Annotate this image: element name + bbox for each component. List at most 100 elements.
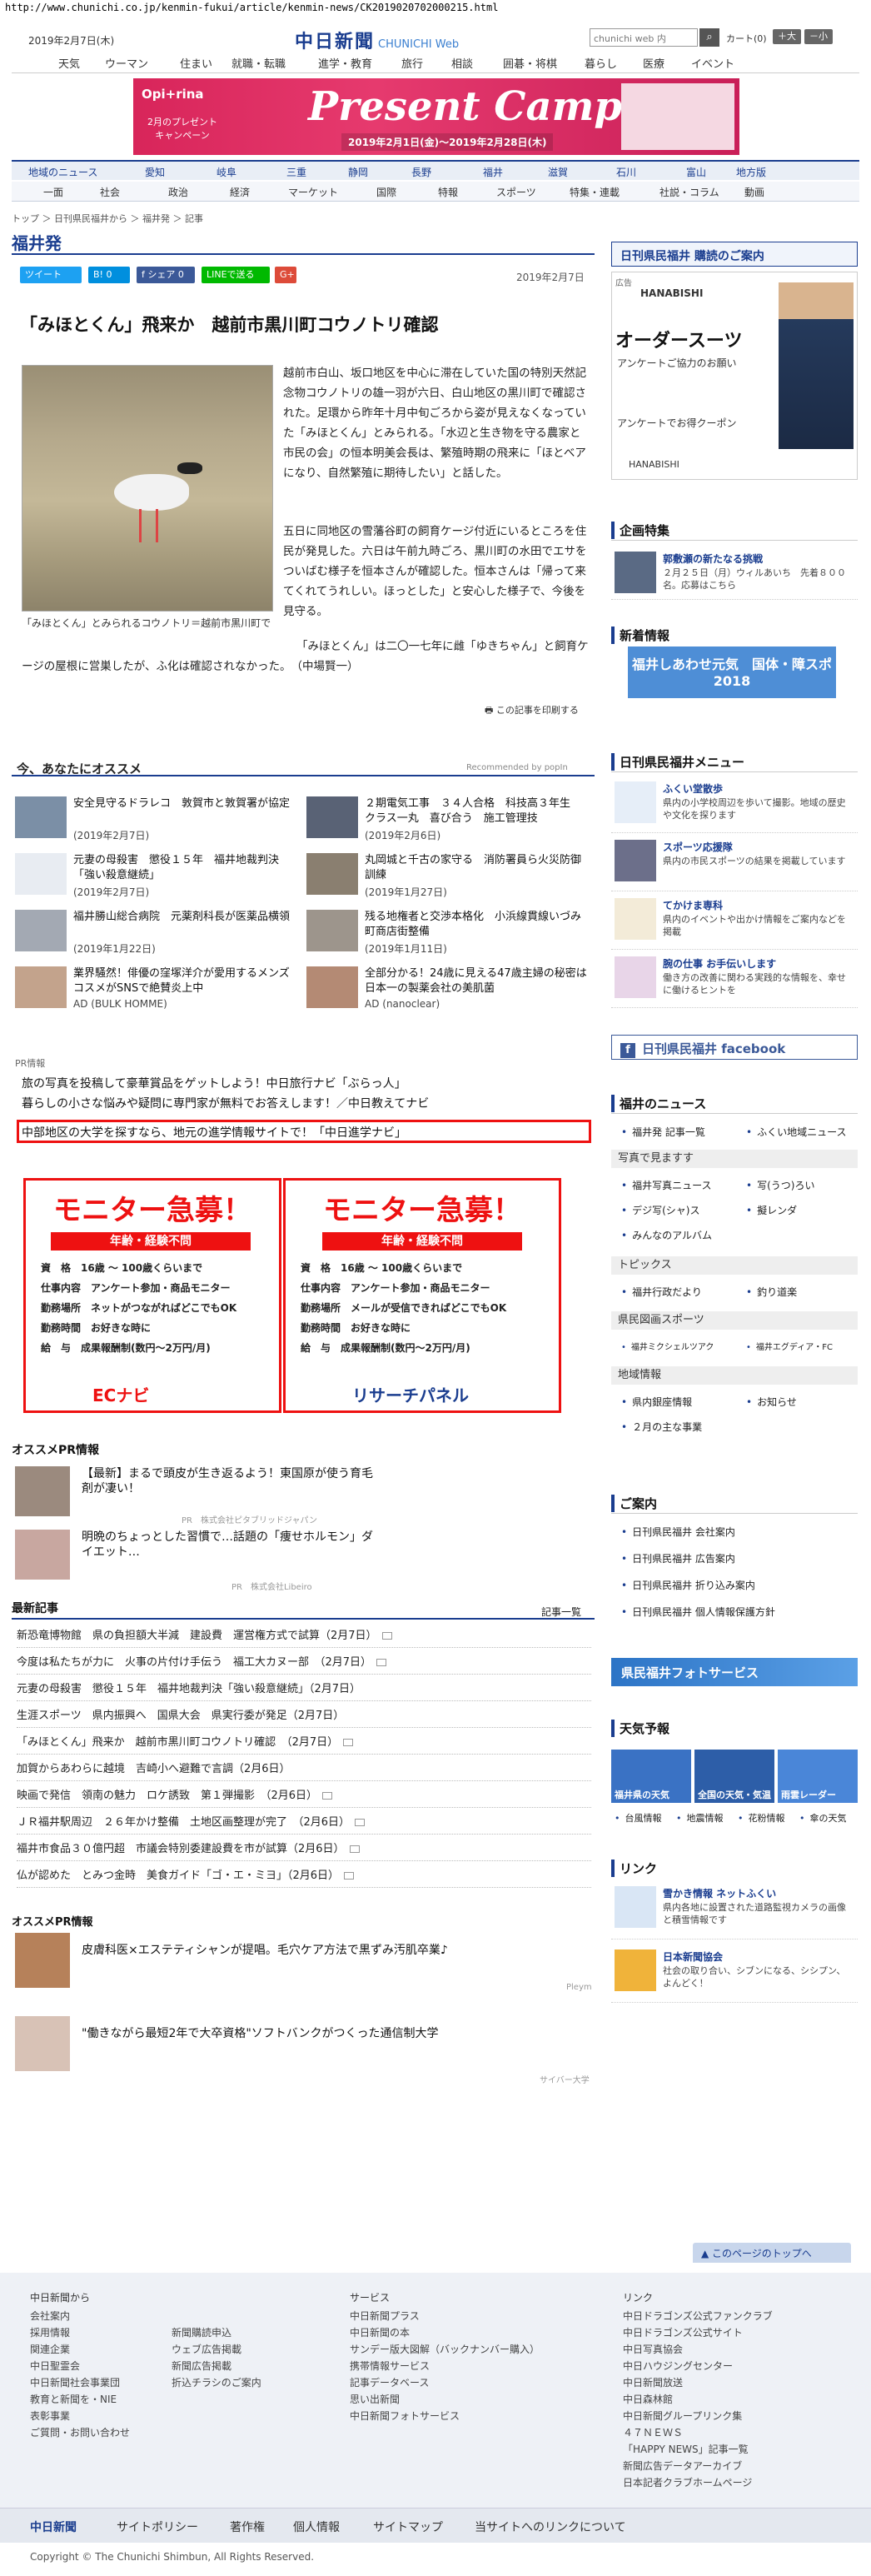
footer-link[interactable]: 中日森林館 <box>623 2391 773 2408</box>
recommend-item[interactable]: ２期電気工事 ３４人合格 科技高３年生 クラス一丸 喜び合う 施工管理技 (20… <box>306 796 598 843</box>
breadcrumb[interactable]: トップ ＞ 日刊県民福井から ＞ 福井発 ＞ 記事 <box>12 212 203 225</box>
region-nav-item[interactable]: 岐阜 <box>217 165 236 179</box>
hanabishi-ad[interactable]: 広告 HANABISHI オーダースーツ アンケートご協力のお願い アンケートで… <box>611 272 858 480</box>
footer-link[interactable]: 中日新聞放送 <box>623 2374 773 2391</box>
category-nav-item[interactable]: 動画 <box>744 185 764 199</box>
kikaku-item[interactable]: 郭敷瀬の新たなる挑戦 ２月２５日（月）ウィルあいち 先着８００名。応募はこちら <box>611 547 858 600</box>
gnav-item[interactable]: 進学・教育 <box>318 55 372 71</box>
tenki-radar-button[interactable]: 雨雲レーダー <box>778 1750 858 1803</box>
footer-link[interactable]: 折込チラシのご案内 <box>172 2374 261 2391</box>
menu-item[interactable]: ふくい堂散歩 県内の小学校周辺を歩いて撮影。地域の歴史や文化を探ります <box>611 776 858 833</box>
monitor-ad-ecnavi[interactable]: モニター急募！ 年齢・経験不問 資 格 16歳 ～ 100歳くらいまで 仕事内容… <box>23 1178 281 1413</box>
category-nav-item[interactable]: 国際 <box>376 185 396 199</box>
category-nav-item[interactable]: 社会 <box>100 185 120 199</box>
category-nav-item[interactable]: 特集・連載 <box>570 185 620 199</box>
gnav-item[interactable]: イベント <box>691 55 734 71</box>
latest-item[interactable]: ＪＲ福井駅周辺 ２６年かけ整備 土地区画整理が完了 （2月6日） <box>17 1811 591 1835</box>
latest-item[interactable]: 生涯スポーツ 県内振興へ 国県大会 県実行委が発足（2月7日） <box>17 1705 591 1728</box>
gnav-item[interactable]: 旅行 <box>401 55 423 71</box>
recommend-item[interactable]: 業界騒然！俳優の窪塚洋介が愛用するメンズコスメがSNSで絶賛炎上中 AD (BU… <box>15 966 306 1013</box>
recommend-item[interactable]: 残る地権者と交渉本格化 小浜線貫線いづみ町商店街整備 (2019年1月11日) <box>306 910 598 956</box>
gnav-item[interactable]: 相談 <box>451 55 473 71</box>
region-nav-item[interactable]: 地方版 <box>736 165 766 179</box>
sports-link[interactable]: 福井エグディア・FC <box>746 1340 833 1352</box>
tenki-link[interactable]: 台風情報 <box>615 1811 662 1825</box>
link-item[interactable]: 日本新聞協会 社会の取り合い、シブンになる、シシプン、よんどく！ <box>611 1944 858 2003</box>
link-item[interactable]: 雪かき情報 ネットふくい 県内各地に設置された道路監視カメラの画像と積雪情報です <box>611 1881 858 1939</box>
footer-logo[interactable]: 中日新聞 <box>30 2519 77 2535</box>
pagetop-button[interactable]: ▲ このページのトップへ <box>693 2243 851 2263</box>
gnav-item[interactable]: 囲碁・将棋 <box>503 55 557 71</box>
region-nav-item[interactable]: 滋賀 <box>548 165 568 179</box>
footer-link[interactable]: ウェブ広告掲載 <box>172 2341 261 2358</box>
latest-item[interactable]: 新恐竜博物館 県の負担額大半減 建設費 運営権方式で試算（2月7日） <box>17 1625 591 1648</box>
footer-link[interactable]: ご質問・お問い合わせ <box>30 2424 130 2441</box>
sports-link[interactable]: 福井ミクシェルツアク <box>621 1340 714 1352</box>
hatena-bookmark-button[interactable]: B! 0 <box>88 267 130 283</box>
region-nav-item[interactable]: 福井 <box>483 165 503 179</box>
osusume-pr-item[interactable]: 明晩のちょっとした習慣で…話題の「痩せホルモン」ダイエット… PR 株式会社Li… <box>15 1530 590 1592</box>
photo-link[interactable]: 擬レンダ <box>746 1203 797 1217</box>
region-link[interactable]: ２月の主な事業 <box>621 1420 702 1434</box>
guide-link[interactable]: 日刊県民福井 会社案内 <box>621 1525 735 1539</box>
menu-item[interactable]: 腕の仕事 お手伝いします 働き方の改善に関わる実践的な情報を、幸せに働けるヒント… <box>611 951 858 1008</box>
guide-link[interactable]: 日刊県民福井 広告案内 <box>621 1551 735 1565</box>
category-nav-item[interactable]: スポーツ <box>496 185 536 199</box>
url-bar[interactable]: http://www.chunichi.co.jp/kenmin-fukui/a… <box>0 0 871 15</box>
footer-link[interactable]: 会社案内 <box>30 2308 130 2324</box>
tenki-link[interactable]: 傘の天気 <box>799 1811 847 1825</box>
footer-link[interactable]: 教育と新聞を・NIE <box>30 2391 130 2408</box>
osusume-pr-item[interactable]: 【最新】まるで頭皮が生き返るよう！東国原が使う育毛剤が凄い！ PR 株式会社ピタ… <box>15 1466 590 1525</box>
gnav-item[interactable]: 住まい <box>180 55 212 71</box>
footer-link[interactable]: 関連企業 <box>30 2341 130 2358</box>
search-input[interactable]: chunichi web 内 <box>590 28 698 47</box>
footer-link[interactable]: 「HAPPY NEWS」記事一覧 <box>623 2441 773 2458</box>
footer-link[interactable]: 中日ドラゴンズ公式サイト <box>623 2324 773 2341</box>
latest-item[interactable]: 福井市食品３０億円超 市議会特別委建設費を市が試算（2月6日） <box>17 1838 591 1861</box>
footer-link[interactable]: ４７ＮＥＷＳ <box>623 2424 773 2441</box>
osusume-pr2-item[interactable]: "働きながら最短2年で大卒資格"ソフトバンクがつくった通信制大学 サイバー大学 <box>15 2016 590 2085</box>
tenki-fukui-button[interactable]: 福井県の天気 <box>611 1750 691 1803</box>
guide-link[interactable]: 日刊県民福井 折り込み案内 <box>621 1578 755 1592</box>
footer-link[interactable]: 中日ドラゴンズ公式ファンクラブ <box>623 2308 773 2324</box>
footer-bar-link[interactable]: サイトマップ <box>373 2519 443 2535</box>
latest-item[interactable]: 映画で発信 領南の魅力 ロケ誘致 第１弾撮影 （2月6日） <box>17 1785 591 1808</box>
menu-item[interactable]: てかけま専科 県内のイベントや出かけ情報をご案内などを掲載 <box>611 893 858 950</box>
print-article-link[interactable]: 🖶 この記事を印刷する <box>485 703 579 719</box>
gnav-item[interactable]: 医療 <box>643 55 664 71</box>
gnav-item[interactable]: 就職・転職 <box>231 55 286 71</box>
site-logo[interactable]: 中日新聞 CHUNICHI Web <box>295 27 459 53</box>
footer-link[interactable]: 新聞広告掲載 <box>172 2358 261 2374</box>
monitor-ad-researchpanel[interactable]: モニター急募！ 年齢・経験不問 資 格 16歳 ～ 100歳くらいまで 仕事内容… <box>283 1178 561 1413</box>
search-icon[interactable]: ⌕ <box>699 28 719 47</box>
recommend-item[interactable]: 福井勝山総合病院 元薬剤科長が医薬品横領 (2019年1月22日) <box>15 910 306 956</box>
tweet-button[interactable]: ツイート <box>20 267 82 283</box>
latest-item[interactable]: 元妻の母殺害 懲役１５年 福井地裁判決「強い殺意継続」（2月7日） <box>17 1678 591 1701</box>
tenki-national-button[interactable]: 全国の天気・気温 <box>694 1750 774 1803</box>
pr-link[interactable]: 暮らしの小さな悩みや疑問に専門家が無料でお答えします！／中日教えてナビ <box>22 1095 429 1111</box>
region-nav-item[interactable]: 地域のニュース <box>28 165 97 179</box>
region-nav-item[interactable]: 静岡 <box>348 165 368 179</box>
news-link[interactable]: 福井発 記事一覧 <box>621 1125 705 1139</box>
latest-item[interactable]: 仏が認めた とみつ金時 美食ガイド「ゴ・エ・ミヨ」（2月6日） <box>17 1865 591 1888</box>
photo-link[interactable]: 写(うつ)ろい <box>746 1178 814 1192</box>
google-plus-button[interactable]: G+ <box>275 267 296 283</box>
tenki-link[interactable]: 地震情報 <box>676 1811 724 1825</box>
guide-link[interactable]: 日刊県民福井 個人情報保護方針 <box>621 1605 775 1619</box>
tenki-link[interactable]: 花粉情報 <box>738 1811 785 1825</box>
recommend-item[interactable]: 丸岡城と千古の家守る 消防署員ら火災防御訓練 (2019年1月27日) <box>306 853 598 900</box>
latest-item[interactable]: 加賀からあわらに越境 吉崎小へ避難で言調（2月6日） <box>17 1758 591 1781</box>
subscribe-banner[interactable]: 日刊県民福井 購読のご案内 <box>611 242 858 267</box>
latest-item[interactable]: 今度は私たちが力に 火事の片付け手伝う 福工大カヌー部 （2月7日） <box>17 1651 591 1675</box>
gnav-item[interactable]: 天気 <box>58 55 80 71</box>
topics-link[interactable]: 福井行政だより <box>621 1285 702 1299</box>
footer-bar-link[interactable]: サイトポリシー <box>117 2519 198 2535</box>
fukui-kokutai-banner[interactable]: 福井しあわせ元気 国体・障スポ 2018 <box>628 646 836 698</box>
footer-link[interactable]: 中日聖霊会 <box>30 2358 130 2374</box>
photo-link[interactable]: デジ写(シャ)ス <box>621 1203 699 1217</box>
photo-link[interactable]: 福井写真ニュース <box>621 1178 711 1192</box>
footer-link[interactable]: 中日ハウジングセンター <box>623 2358 773 2374</box>
footer-link[interactable]: 中日新聞プラス <box>350 2308 540 2324</box>
pr-link[interactable]: 旅の写真を投稿して豪華賞品をゲットしよう！中日旅行ナビ「ぶらっ人」 <box>22 1075 406 1091</box>
recommend-item[interactable]: 安全見守るドラレコ 敦賀市と敦賀署が協定 (2019年2月7日) <box>15 796 306 843</box>
